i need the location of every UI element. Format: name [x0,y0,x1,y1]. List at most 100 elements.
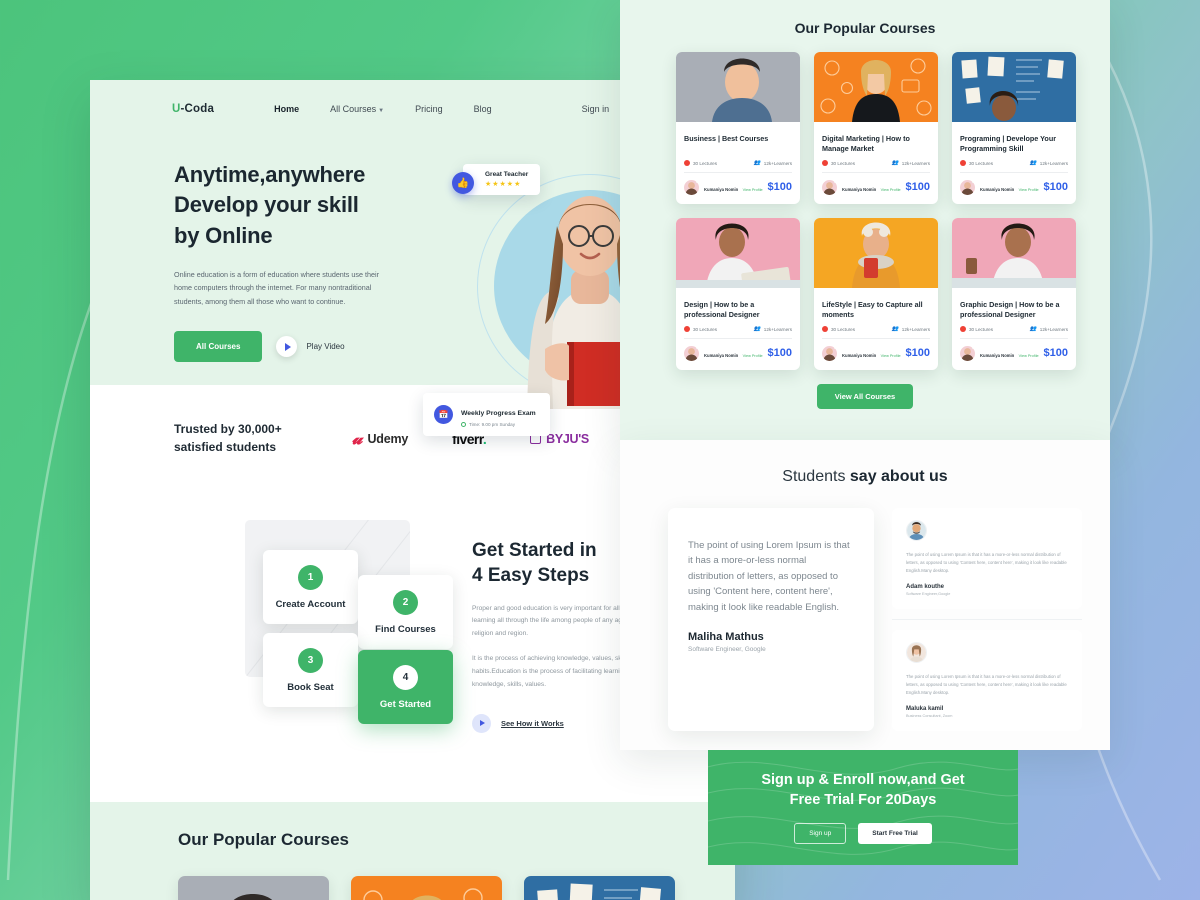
course-card-body: Business | Best Courses 30 Lectures 👥 12k… [676,127,800,204]
weekly-exam-title: Weekly Progress Exam [460,410,536,417]
course-meta: 30 Lectures 👥 12k+Learners [822,326,930,332]
nav-item-blog[interactable]: Blog [474,104,492,114]
course-meta: 30 Lectures 👥 12k+Learners [822,160,930,166]
view-profile-link[interactable]: View Profile [1019,188,1039,192]
instructor-info: Kumaniya Nomin View Profile [704,178,763,196]
view-profile-link[interactable]: View Profile [881,188,901,192]
course-lectures: 30 Lectures [684,326,717,332]
course-card[interactable]: Business | Best Courses 30 Lectures 👥 12k… [676,52,800,204]
lectures-icon [960,326,966,332]
step-number: 3 [298,647,323,673]
cta-headline-line2: Free Trial For 20Days [789,791,937,808]
course-meta: 30 Lectures 👥 12k+Learners [684,160,792,166]
users-icon: 👥 [891,326,899,332]
course-card[interactable]: LifeStyle | Easy to Capture all moments … [814,218,938,370]
course-learners: 👥 12k+Learners [753,160,792,166]
course-price: $100 [767,347,792,359]
nav-item-all-courses-label: All Courses [330,104,377,114]
popular-courses-bottom-cards [178,876,735,900]
online-badge [833,179,837,183]
popular-courses-bottom-section: Our Popular Courses [90,802,735,900]
nav-item-all-courses[interactable]: All Courses ▼ [330,104,384,114]
step-label: Book Seat [287,681,334,693]
view-all-wrap: View All Courses [620,384,1110,409]
instructor-info: Kumaniya Nomin View Profile [980,178,1039,196]
weekly-exam-meta: Time: 9.00 pm Sunday [460,422,536,427]
all-courses-button[interactable]: All Courses [174,331,263,363]
testimonial-role: Business Consultant, Zoom [906,713,953,718]
course-card[interactable]: Graphic Design | How to be a professiona… [952,218,1076,370]
course-card-body: Digital Marketing | How to Manage Market… [814,127,938,204]
nav-item-pricing[interactable]: Pricing [415,104,443,114]
cta-signup-button[interactable]: Sign up [794,822,847,844]
lectures-icon [684,326,690,332]
featured-testimonial-name: Maliha Mathus [688,630,764,643]
trusted-by-text: Trusted by 30,000+ satisfied students [174,421,324,456]
step-card-find-courses[interactable]: 2 Find Courses [358,575,453,649]
nav-item-home-label: Home [274,104,300,114]
udemy-icon: 𝓾 [352,429,363,448]
view-profile-link[interactable]: View Profile [743,354,763,358]
great-teacher-title: Great Teacher [484,171,529,178]
courses-panel-title: Our Popular Courses [794,20,936,36]
testimonial-item: The point of using Lorem Ipsum is that i… [892,629,1082,731]
play-video-button[interactable]: Play Video [276,336,345,358]
course-price: $100 [1043,181,1068,193]
woman-avatar-icon [907,642,926,662]
step-card-book-seat[interactable]: 3 Book Seat [263,633,358,707]
hero-copy: Anytime,anywhere Develop your skill by O… [174,160,453,420]
step-card-get-started[interactable]: 4 Get Started [358,650,453,724]
testimonials-panel: Students say about us The point of using… [620,440,1110,750]
brand-byjus-label: BYJU'S [546,431,589,446]
see-how-it-works-label: See How it Works [501,718,564,728]
courses-grid: Business | Best Courses 30 Lectures 👥 12k… [620,36,1110,370]
instructor-info: Kumaniya Nomin View Profile [704,344,763,362]
nav-links: Home All Courses ▼ Pricing Blog [274,104,492,114]
course-card[interactable]: Design | How to be a professional Design… [676,218,800,370]
course-card-body: Design | How to be a professional Design… [676,293,800,370]
divider [960,172,1068,173]
view-all-courses-button[interactable]: View All Courses [816,384,914,409]
view-profile-link[interactable]: View Profile [743,188,763,192]
course-thumbnail [952,52,1076,122]
instructor-avatar [684,179,699,195]
lectures-icon [684,160,690,166]
step-label: Get Started [379,698,432,710]
course-footer: Kumaniya Nomin View Profile $100 [684,178,792,196]
hero-subtitle: Online education is a form of education … [174,270,379,306]
instructor-avatar [960,179,975,195]
divider [684,172,792,173]
sign-in-link[interactable]: Sign in [582,104,610,114]
great-teacher-card: 👍 Great Teacher ★★★★★ [451,164,541,195]
course-card-body: Programing | Develope Your Programming S… [952,127,1076,204]
nav-item-home[interactable]: Home [274,104,299,114]
popular-course-thumb-3[interactable] [524,876,675,900]
board-blue-thumb [524,876,675,900]
testimonials-content: The point of using Lorem Ipsum is that i… [620,486,1110,731]
hero-title-line1: Anytime,anywhere [174,162,366,187]
instructor-avatar [960,345,975,361]
hero-title-line3: by Online [174,222,273,248]
view-profile-link[interactable]: View Profile [881,354,901,358]
instructor-info: Kumaniya Nomin View Profile [842,178,901,196]
users-icon: 👥 [1029,160,1037,166]
popular-course-thumb-2[interactable] [351,876,502,900]
users-icon: 👥 [753,160,761,166]
step-label: Find Courses [375,623,436,635]
cta-start-free-trial-button[interactable]: Start Free Trial [858,822,932,844]
signup-cta-panel: Sign up & Enroll now,and Get Free Trial … [708,750,1018,865]
popular-course-thumb-1[interactable] [178,876,329,900]
course-lectures: 30 Lectures [822,160,855,166]
course-card[interactable]: Digital Marketing | How to Manage Market… [814,52,938,204]
divider [892,618,1082,620]
course-card[interactable]: Programing | Develope Your Programming S… [952,52,1076,204]
divider [822,172,930,173]
divider [960,338,1068,339]
lectures-icon [822,160,828,166]
step-card-create-account[interactable]: 1 Create Account [263,550,358,624]
view-profile-link[interactable]: View Profile [1019,354,1039,358]
nav-item-blog-label: Blog [473,104,492,114]
course-thumbnail [676,52,800,122]
trusted-line1: Trusted by 30,000+ [174,422,282,437]
site-logo[interactable]: U-Coda [172,103,214,115]
